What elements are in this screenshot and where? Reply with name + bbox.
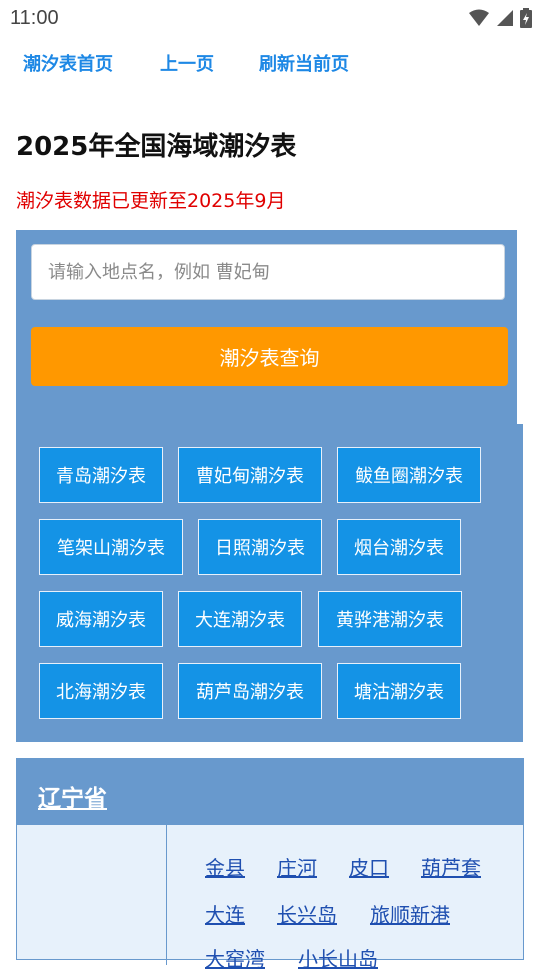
nav-home-link[interactable]: 潮汐表首页	[23, 50, 113, 76]
quick-link-bayuquan[interactable]: 鲅鱼圈潮汐表	[337, 447, 481, 503]
quick-link-qingdao[interactable]: 青岛潮汐表	[39, 447, 163, 503]
quick-link-caofeidian[interactable]: 曹妃甸潮汐表	[178, 447, 322, 503]
status-icons	[468, 8, 532, 28]
station-link-changxingdao[interactable]: 长兴岛	[277, 899, 337, 928]
quick-link-beihai[interactable]: 北海潮汐表	[39, 663, 163, 719]
province-section: 辽宁省 金县 庄河 皮口 葫芦套 大连 长兴岛 旅顺新港 大窑湾 小长山岛	[16, 758, 524, 971]
battery-icon	[520, 8, 532, 28]
update-notice: 潮汐表数据已更新至2025年9月	[16, 190, 286, 212]
nav-prev-link[interactable]: 上一页	[160, 50, 214, 76]
signal-icon	[497, 10, 513, 26]
quick-link-huludao[interactable]: 葫芦岛潮汐表	[178, 663, 322, 719]
province-header: 辽宁省	[17, 759, 523, 825]
search-button[interactable]: 潮汐表查询	[31, 327, 508, 386]
station-link-jinxian[interactable]: 金县	[205, 852, 245, 881]
quick-link-rizhao[interactable]: 日照潮汐表	[198, 519, 322, 575]
quick-link-bijiashan[interactable]: 笔架山潮汐表	[39, 519, 183, 575]
station-link-pikou[interactable]: 皮口	[349, 852, 389, 881]
station-link-zhuanghe[interactable]: 庄河	[277, 852, 317, 881]
quick-link-dalian[interactable]: 大连潮汐表	[178, 591, 302, 647]
top-navigation: 潮汐表首页 上一页 刷新当前页	[0, 50, 540, 80]
station-link-lvshunxingang[interactable]: 旅顺新港	[370, 899, 450, 928]
station-link-dayaowan[interactable]: 大窑湾	[205, 943, 265, 972]
search-input[interactable]	[31, 244, 505, 300]
nav-refresh-link[interactable]: 刷新当前页	[259, 50, 349, 76]
quick-link-weihai[interactable]: 威海潮汐表	[39, 591, 163, 647]
status-bar: 11:00	[0, 0, 540, 36]
station-link-dalian[interactable]: 大连	[205, 899, 245, 928]
province-link-liaoning[interactable]: 辽宁省	[38, 779, 107, 813]
search-panel: 潮汐表查询 青岛潮汐表 曹妃甸潮汐表 鲅鱼圈潮汐表 笔架山潮汐表 日照潮汐表 烟…	[16, 230, 523, 742]
wifi-icon	[469, 9, 489, 26]
quick-link-yantai[interactable]: 烟台潮汐表	[337, 519, 461, 575]
quick-link-huanghuagang[interactable]: 黄骅港潮汐表	[318, 591, 462, 647]
page-title: 2025年全国海域潮汐表	[16, 132, 297, 162]
station-link-hulutao[interactable]: 葫芦套	[421, 852, 481, 881]
station-link-xiaochangshandao[interactable]: 小长山岛	[298, 943, 378, 972]
status-time: 11:00	[10, 7, 59, 29]
quick-link-tanggu[interactable]: 塘沽潮汐表	[337, 663, 461, 719]
province-left-cell	[17, 825, 167, 965]
